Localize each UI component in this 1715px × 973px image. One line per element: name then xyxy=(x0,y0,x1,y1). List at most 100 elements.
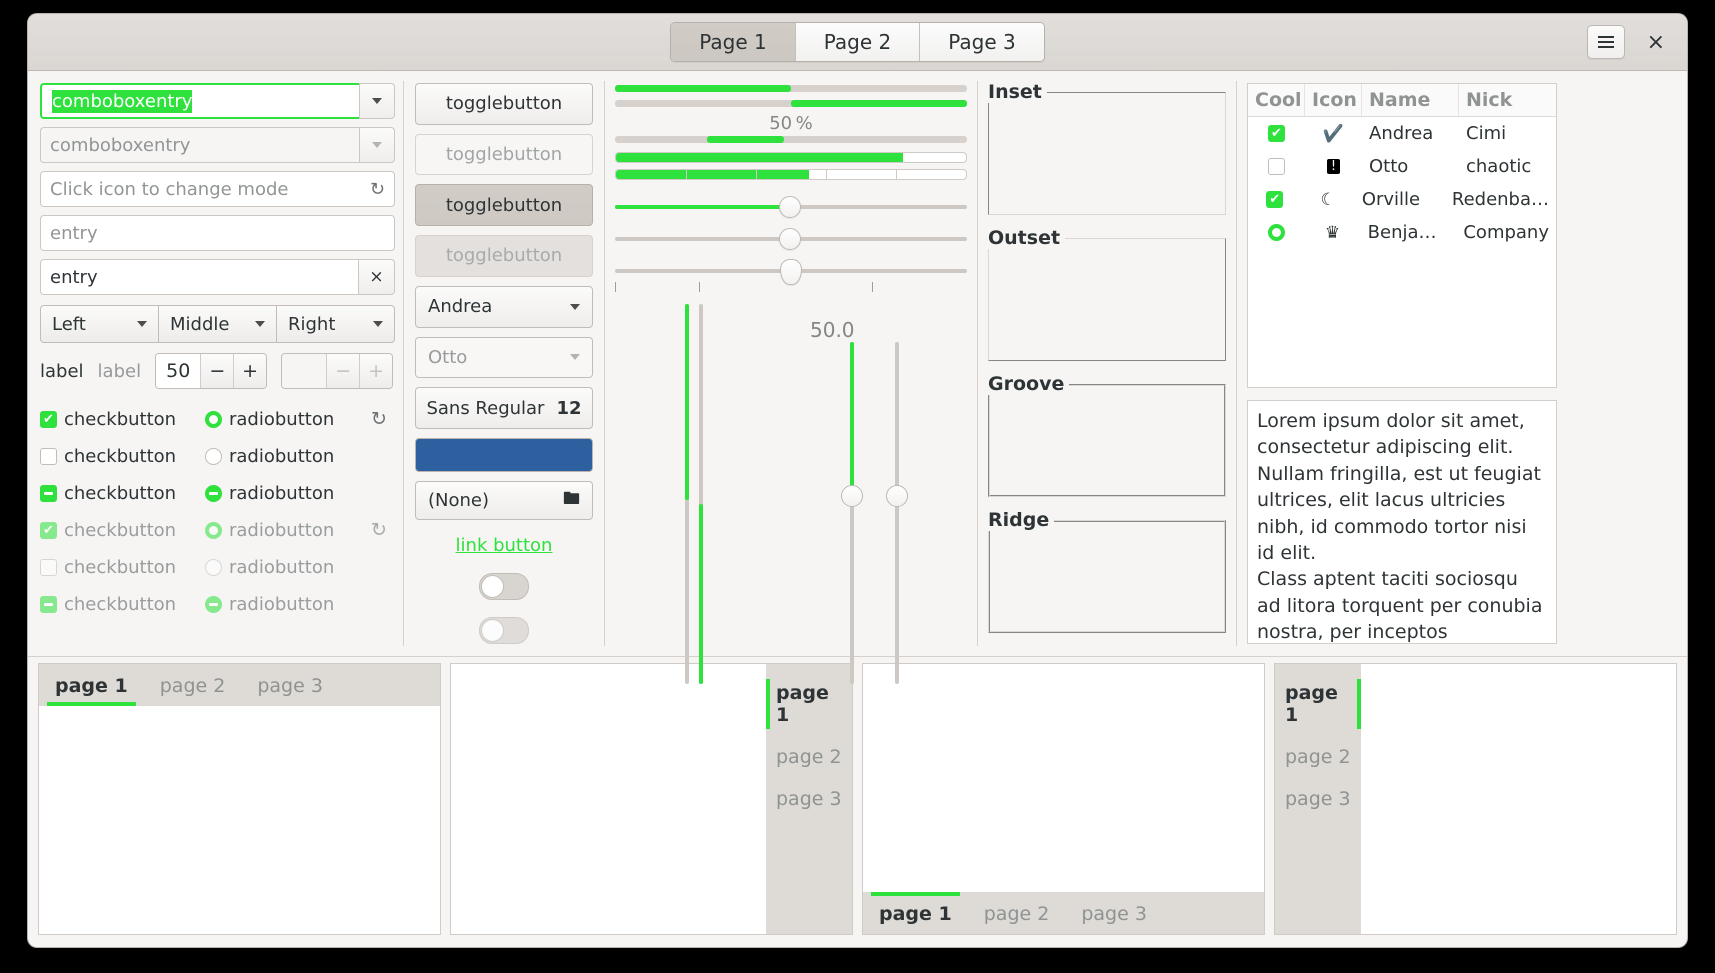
clear-icon[interactable]: × xyxy=(358,259,395,295)
notebook-left-tab-1[interactable]: page 1 xyxy=(1275,672,1361,736)
notebook-bottom-tab-3[interactable]: page 3 xyxy=(1065,892,1163,925)
label-dim: label xyxy=(97,360,142,382)
stack-switcher[interactable]: Page 1 Page 2 Page 3 xyxy=(670,22,1045,62)
notebook-top-tab-3[interactable]: page 3 xyxy=(241,675,339,706)
font-button[interactable]: Sans Regular 12 xyxy=(415,387,593,429)
combo-left[interactable]: Left xyxy=(40,305,158,343)
notebook-left-tab-2[interactable]: page 2 xyxy=(1275,736,1361,778)
textview-paragraph-2: Class aptent taciti sociosqu ad litora t… xyxy=(1257,568,1543,644)
column-header-icon[interactable]: Icon xyxy=(1305,84,1362,116)
spin-button-disabled-decrement: − xyxy=(326,354,360,388)
notebook-left-tab-3[interactable]: page 3 xyxy=(1275,778,1361,820)
row-cool-cell[interactable] xyxy=(1248,125,1305,142)
clear-entry[interactable]: entry xyxy=(40,259,358,295)
notebook-bottom-tab-2[interactable]: page 2 xyxy=(968,892,1066,925)
check-radio-grid: checkbutton radiobutton ↻ checkbutton ra… xyxy=(40,401,393,622)
notebook-left-page xyxy=(1361,664,1676,934)
table-row[interactable]: ♛ Benja… Company xyxy=(1248,216,1556,249)
combobox-entry-focused-field[interactable]: comboboxentry xyxy=(40,83,359,119)
togglebutton-1[interactable]: togglebutton xyxy=(415,83,593,125)
radio-icon[interactable] xyxy=(205,484,222,502)
combobox-entry-focused[interactable]: comboboxentry xyxy=(40,83,395,119)
checkbox-icon[interactable] xyxy=(40,484,57,502)
combobox-entry-focused-arrow[interactable] xyxy=(359,83,395,119)
radiobutton-2[interactable]: radiobutton xyxy=(205,446,355,467)
notebook-right-tab-1[interactable]: page 1 xyxy=(766,672,852,736)
checkbox-icon[interactable] xyxy=(1268,125,1285,142)
checkbutton-2[interactable]: checkbutton xyxy=(40,446,205,467)
header-tab-page-2[interactable]: Page 2 xyxy=(795,23,921,61)
hscale-1-knob[interactable] xyxy=(778,196,801,218)
label-spin-row: label label 50 − + − + xyxy=(40,353,393,389)
notebook-left-tabbar: page 1 page 2 page 3 xyxy=(1275,664,1361,934)
checkbutton-1[interactable]: checkbutton xyxy=(40,409,205,430)
textview[interactable]: Lorem ipsum dolor sit amet, consectetur … xyxy=(1247,400,1557,644)
upper-area: comboboxentry comboboxentry Click icon t… xyxy=(28,71,1687,684)
refresh-icon[interactable]: ↻ xyxy=(370,179,385,200)
combobox-entry-disabled-arrow xyxy=(359,127,395,163)
combo-right[interactable]: Right xyxy=(276,305,395,343)
radiobutton-6-label: radiobutton xyxy=(229,593,335,615)
hscale-3-marks[interactable] xyxy=(615,258,967,285)
vscale-2[interactable] xyxy=(689,304,713,684)
color-button[interactable] xyxy=(415,437,593,472)
vscale-3-knob[interactable] xyxy=(841,485,863,507)
header-tab-page-1[interactable]: Page 1 xyxy=(671,23,796,61)
levelbar-continuous xyxy=(615,152,967,163)
combobox-name[interactable]: Andrea xyxy=(415,285,593,328)
table-row[interactable]: ✔️ Andrea Cimi xyxy=(1248,117,1556,150)
radiobutton-3[interactable]: radiobutton xyxy=(205,483,355,504)
vscale-3[interactable] xyxy=(840,342,864,684)
switch-on[interactable] xyxy=(479,573,529,601)
checkbox-icon[interactable] xyxy=(1268,158,1285,175)
radio-icon[interactable] xyxy=(1267,224,1285,241)
link-button[interactable]: link button xyxy=(456,535,553,556)
progressbar-3 xyxy=(615,136,967,143)
checkbox-icon[interactable] xyxy=(40,410,57,428)
treeview[interactable]: Cool Icon Name Nick ✔️ Andrea Cimi ! xyxy=(1247,83,1557,388)
row-cool-cell[interactable] xyxy=(1248,191,1301,208)
checkbox-icon[interactable] xyxy=(1266,191,1284,208)
spin-button-increment[interactable]: + xyxy=(233,354,267,388)
checkbutton-5-label: checkbutton xyxy=(64,556,177,578)
close-icon[interactable]: × xyxy=(1641,30,1671,55)
table-row[interactable]: ! Otto chaotic xyxy=(1248,150,1556,183)
notebook-top-tab-1[interactable]: page 1 xyxy=(39,675,144,706)
row-cool-cell[interactable] xyxy=(1248,158,1305,175)
hscale-2[interactable] xyxy=(615,226,967,250)
spin-button-value[interactable]: 50 xyxy=(156,354,201,388)
table-row[interactable]: ☾ Orville Redenba… xyxy=(1248,183,1556,216)
column-header-nick[interactable]: Nick xyxy=(1459,84,1556,116)
moon-icon: ☾ xyxy=(1320,189,1336,210)
column-header-name[interactable]: Name xyxy=(1362,84,1459,116)
vscale-4[interactable] xyxy=(885,342,909,684)
row-cool-cell[interactable] xyxy=(1248,224,1304,241)
vscale-4-knob[interactable] xyxy=(886,485,908,507)
header-tab-page-3[interactable]: Page 3 xyxy=(920,23,1044,61)
vscale-4-track[interactable] xyxy=(895,342,899,684)
notebook-bottom-tab-1[interactable]: page 1 xyxy=(863,892,968,925)
checkbox-icon[interactable] xyxy=(40,447,57,465)
checkbutton-3[interactable]: checkbutton xyxy=(40,483,205,504)
combo-middle[interactable]: Middle xyxy=(158,305,276,343)
radiobutton-1[interactable]: radiobutton xyxy=(205,409,355,430)
hamburger-menu-icon[interactable] xyxy=(1586,25,1625,59)
file-chooser-button[interactable]: (None) 🖿 xyxy=(415,480,593,521)
combobox-entry-disabled[interactable]: comboboxentry xyxy=(40,127,395,163)
notebook-right-tab-2[interactable]: page 2 xyxy=(766,736,852,778)
hscale-2-knob[interactable] xyxy=(778,228,801,250)
radio-icon[interactable] xyxy=(205,410,222,428)
screenshot-root: Page 1 Page 2 Page 3 × comboboxentry com… xyxy=(0,0,1715,973)
spin-button-decrement[interactable]: − xyxy=(200,354,234,388)
hscale-1[interactable] xyxy=(615,194,967,218)
togglebutton-3-active[interactable]: togglebutton xyxy=(415,184,593,227)
plain-entry[interactable]: entry xyxy=(40,215,395,251)
column-header-cool[interactable]: Cool xyxy=(1248,84,1305,116)
notebook-right-tab-3[interactable]: page 3 xyxy=(766,778,852,820)
check-radio-row: checkbutton radiobutton ↻ xyxy=(40,401,393,437)
chevron-down-icon xyxy=(372,142,382,148)
radio-icon[interactable] xyxy=(205,447,222,465)
spin-button[interactable]: 50 − + xyxy=(155,353,268,389)
notebook-top-tab-2[interactable]: page 2 xyxy=(144,675,242,706)
icon-entry[interactable]: Click icon to change mode ↻ xyxy=(40,171,395,207)
